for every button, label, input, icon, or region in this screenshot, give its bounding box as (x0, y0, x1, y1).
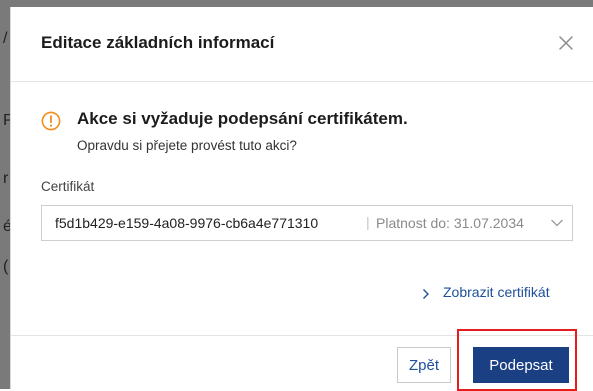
close-button[interactable] (554, 31, 578, 55)
certificate-label: Certifikát (41, 179, 95, 194)
certificate-separator: | (366, 214, 370, 230)
background-text: ( (3, 258, 9, 275)
close-icon (559, 36, 573, 50)
chevron-down-icon (551, 219, 563, 227)
edit-dialog: Editace základních informací Akce si vyž… (10, 7, 593, 391)
exclamation-circle-icon (41, 111, 61, 131)
background-text: / (3, 30, 8, 47)
chevron-right-icon (423, 289, 429, 299)
certificate-select[interactable]: f5d1b429-e159-4a08-9976-cb6a4e771310 | P… (41, 205, 573, 241)
certificate-id: f5d1b429-e159-4a08-9976-cb6a4e771310 (55, 215, 319, 231)
sign-button[interactable]: Podepsat (473, 347, 569, 383)
dialog-header: Editace základních informací (11, 7, 593, 82)
dialog-title: Editace základních informací (41, 33, 275, 52)
background-text: r (3, 170, 9, 187)
certificate-validity: Platnost do: 31.07.2034 (376, 215, 524, 231)
show-certificate-label: Zobrazit certifikát (443, 284, 550, 300)
back-button[interactable]: Zpět (397, 347, 451, 383)
warning-title: Akce si vyžaduje podepsání certifikátem. (77, 109, 408, 128)
warning-subtitle: Opravdu si přejete provést tuto akci? (77, 138, 297, 153)
